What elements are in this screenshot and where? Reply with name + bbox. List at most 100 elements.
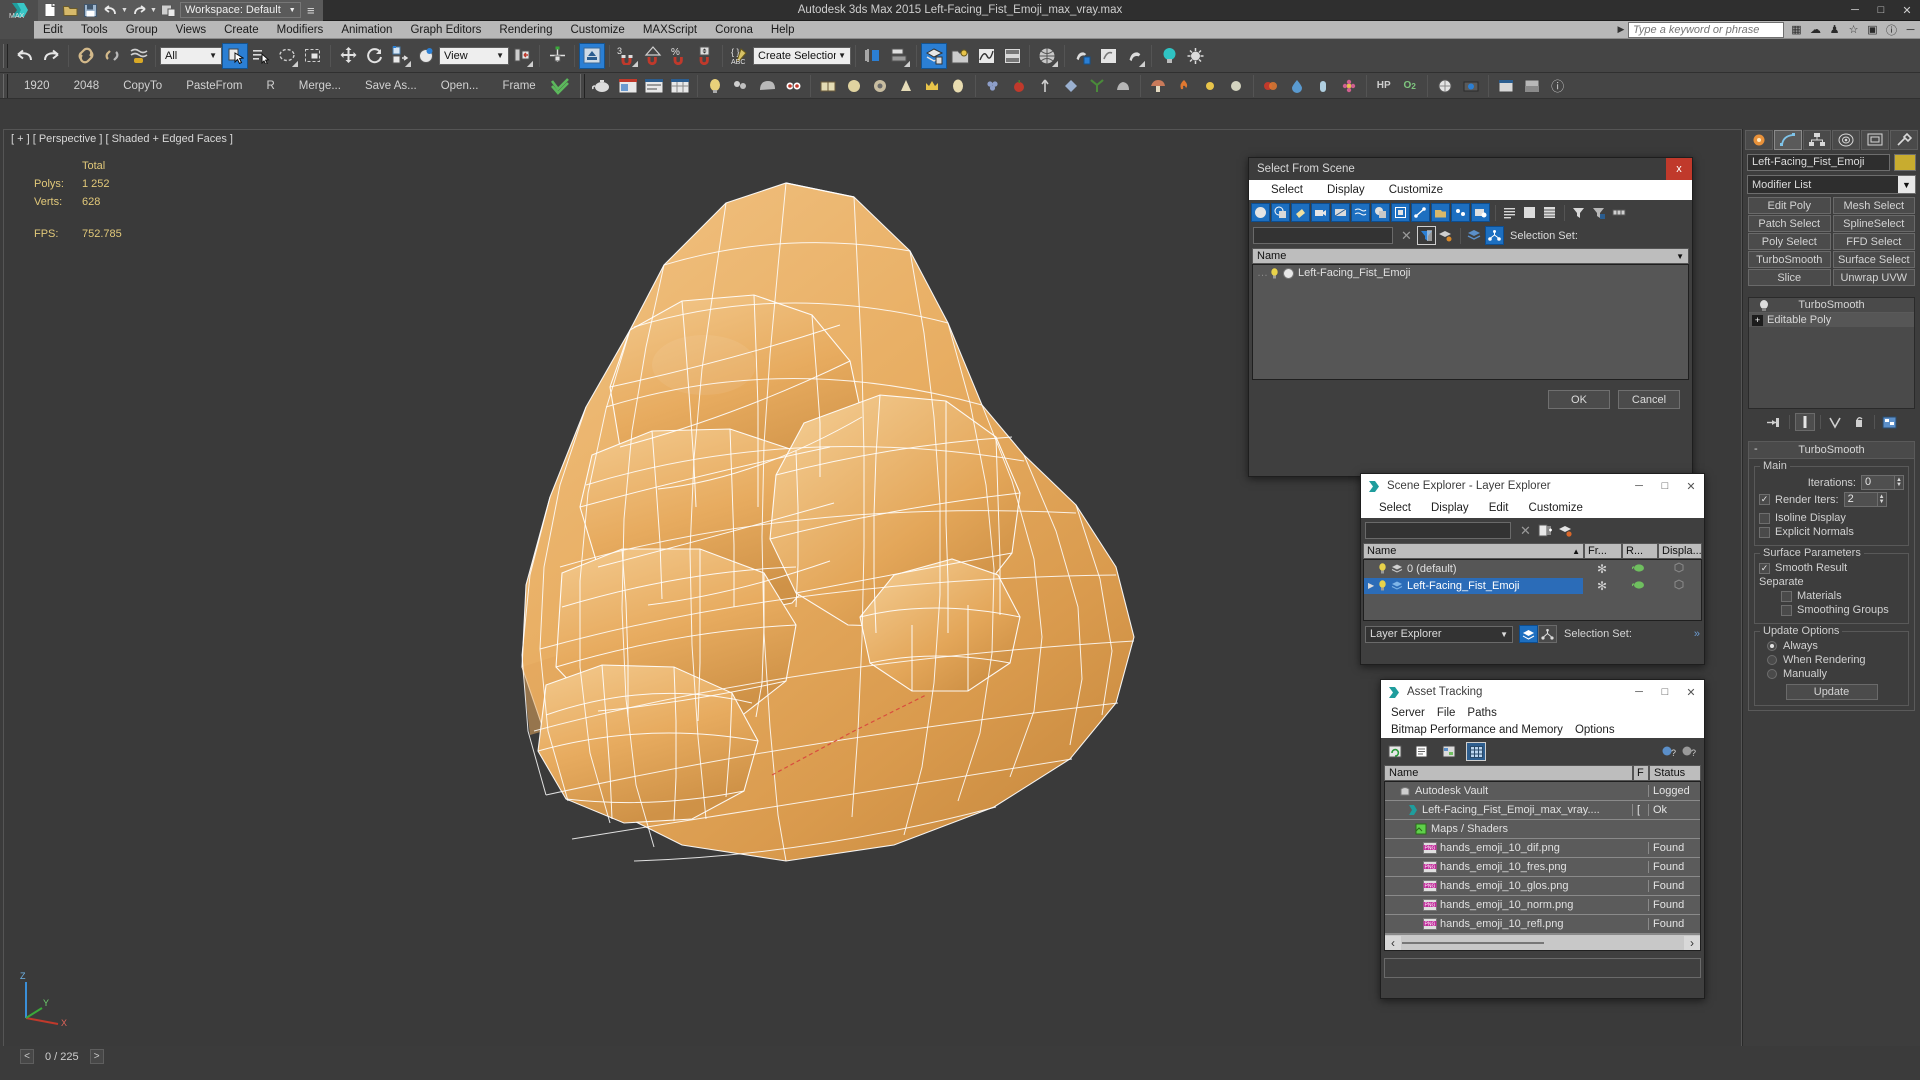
selection-filter-combo[interactable]: All ▼ bbox=[160, 47, 222, 65]
helpers-filter-icon[interactable] bbox=[1331, 203, 1350, 222]
light-bulb-icon[interactable] bbox=[1378, 563, 1387, 574]
menu-item-graph-editors[interactable]: Graph Editors bbox=[401, 21, 490, 39]
select-by-name-icon[interactable] bbox=[248, 43, 274, 69]
rollout-header[interactable]: - TurboSmooth bbox=[1749, 442, 1914, 459]
menu-item-edit[interactable]: Edit bbox=[34, 21, 72, 39]
gear-sphere-icon[interactable] bbox=[867, 74, 893, 98]
edit-named-selection-icon[interactable]: { }ABC bbox=[727, 43, 753, 69]
asset-row-norm[interactable]: PNG hands_emoji_10_norm.png bbox=[1385, 897, 1632, 913]
modifier-unwrap-uvw[interactable]: Unwrap UVW bbox=[1833, 269, 1916, 286]
camera-icon[interactable] bbox=[1458, 74, 1484, 98]
table-row[interactable]: Maps / Shaders bbox=[1385, 820, 1700, 839]
close-button[interactable]: ✕ bbox=[1678, 680, 1704, 704]
fist-emoji-mesh[interactable] bbox=[334, 155, 1234, 945]
asset-row-maps-shaders[interactable]: Maps / Shaders bbox=[1385, 821, 1632, 837]
asset-row-vault[interactable]: Autodesk Vault bbox=[1385, 783, 1632, 799]
geometry-filter-icon[interactable] bbox=[1251, 203, 1270, 222]
book-icon[interactable] bbox=[815, 74, 841, 98]
tree-expander[interactable]: ▶ bbox=[1368, 581, 1378, 590]
undo-icon[interactable] bbox=[12, 43, 38, 69]
asset-tracking-titlebar[interactable]: Asset Tracking ─ □ ✕ bbox=[1381, 680, 1704, 704]
teapot-icon[interactable] bbox=[1632, 562, 1646, 576]
close-button[interactable]: ✕ bbox=[1894, 0, 1920, 21]
box-icon[interactable] bbox=[1673, 579, 1685, 593]
select-from-scene-titlebar[interactable]: Select From Scene x bbox=[1249, 158, 1692, 180]
mirror-icon[interactable] bbox=[860, 43, 886, 69]
percent-snap-icon[interactable]: % bbox=[666, 43, 692, 69]
menu-item-create[interactable]: Create bbox=[215, 21, 268, 39]
window-panel-icon[interactable] bbox=[1493, 74, 1519, 98]
window-crossing-icon[interactable] bbox=[300, 43, 326, 69]
column-frozen[interactable]: Fr... bbox=[1584, 543, 1622, 559]
panel-icon[interactable] bbox=[1519, 74, 1545, 98]
star-icon[interactable]: ☆ bbox=[1844, 21, 1863, 39]
oxy-icon[interactable]: O2 bbox=[1397, 74, 1423, 98]
sphere-icon[interactable] bbox=[841, 74, 867, 98]
display-cell[interactable] bbox=[1657, 562, 1701, 576]
containers-filter-icon[interactable] bbox=[1431, 203, 1450, 222]
modifier-stack[interactable]: TurboSmooth + Editable Poly bbox=[1748, 297, 1915, 409]
menu-item-server[interactable]: Server bbox=[1385, 707, 1431, 719]
select-and-link-icon[interactable] bbox=[73, 43, 99, 69]
menu-item-maxscript[interactable]: MAXScript bbox=[634, 21, 706, 39]
table-row[interactable]: PNG hands_emoji_10_fres.png Found bbox=[1385, 858, 1700, 877]
eyes-icon[interactable] bbox=[780, 74, 806, 98]
modifier-surface-select[interactable]: Surface Select bbox=[1833, 251, 1916, 268]
selection-set-icon[interactable] bbox=[1538, 625, 1557, 643]
scene-search-input[interactable] bbox=[1253, 227, 1393, 244]
hierarchy-tab[interactable] bbox=[1803, 130, 1831, 150]
render-iters-checkbox[interactable]: ✓ bbox=[1759, 494, 1770, 505]
modifier-ffd-select[interactable]: FFD Select bbox=[1833, 233, 1916, 250]
new-icon[interactable] bbox=[40, 1, 60, 20]
smooth-result-checkbox[interactable]: ✓ bbox=[1759, 563, 1770, 574]
teapot-icon[interactable] bbox=[1632, 579, 1646, 593]
search-expand-icon[interactable]: ▶ bbox=[1614, 24, 1628, 35]
layer-row-fist-emoji[interactable]: ▶ Left-Facing_Fist_Emoji bbox=[1364, 578, 1583, 594]
list-view-icon[interactable] bbox=[1500, 203, 1519, 222]
rollout-collapse-icon[interactable]: - bbox=[1754, 443, 1758, 455]
pin-stack-icon[interactable] bbox=[1764, 413, 1784, 431]
menu-item-display[interactable]: Display bbox=[1315, 184, 1377, 196]
grapes-icon[interactable] bbox=[980, 74, 1006, 98]
geometry-icon[interactable] bbox=[1283, 268, 1294, 279]
new-layer-icon[interactable] bbox=[1536, 521, 1555, 540]
spinner-snap-icon[interactable] bbox=[692, 43, 718, 69]
column-display[interactable]: Displa... bbox=[1658, 543, 1702, 559]
layer-search-input[interactable] bbox=[1365, 522, 1511, 539]
light-bulb-icon[interactable] bbox=[1757, 299, 1771, 312]
filter-active-icon[interactable] bbox=[1417, 226, 1436, 245]
next-frame-button[interactable]: > bbox=[90, 1049, 104, 1064]
menu-item-file[interactable]: File bbox=[1431, 707, 1462, 719]
column-name[interactable]: Name bbox=[1384, 765, 1633, 781]
layers-flat-icon[interactable] bbox=[1436, 226, 1455, 245]
double-check-icon[interactable] bbox=[548, 75, 574, 97]
open-icon[interactable] bbox=[60, 1, 80, 20]
column-render[interactable]: R... bbox=[1622, 543, 1658, 559]
table-row[interactable]: Autodesk Vault Logged bbox=[1385, 782, 1700, 801]
modifier-patch-select[interactable]: Patch Select bbox=[1748, 215, 1831, 232]
redo-dropdown-icon[interactable]: ▼ bbox=[149, 1, 158, 20]
menu-item-paths[interactable]: Paths bbox=[1461, 707, 1502, 719]
select-object-icon[interactable] bbox=[222, 43, 248, 69]
asset-row-glos[interactable]: PNG hands_emoji_10_glos.png bbox=[1385, 878, 1632, 894]
materials-checkbox[interactable] bbox=[1781, 591, 1792, 602]
scene-explorer-dialog[interactable]: Scene Explorer - Layer Explorer ─ □ ✕ Se… bbox=[1360, 473, 1705, 665]
hp-icon[interactable]: HP bbox=[1371, 74, 1397, 98]
tube-icon[interactable] bbox=[1310, 74, 1336, 98]
asset-tracking-dialog[interactable]: Asset Tracking ─ □ ✕ Server File Paths B… bbox=[1380, 679, 1705, 999]
detail-view-icon[interactable] bbox=[1540, 203, 1559, 222]
custom-btn-pastefrom[interactable]: PasteFrom bbox=[174, 80, 254, 92]
diamond-icon[interactable] bbox=[1058, 74, 1084, 98]
modifier-edit-poly[interactable]: Edit Poly bbox=[1748, 197, 1831, 214]
layers-icon[interactable] bbox=[1465, 226, 1484, 245]
scroll-left-button[interactable]: ‹ bbox=[1385, 936, 1401, 950]
render-cell[interactable] bbox=[1621, 579, 1657, 593]
search-input[interactable] bbox=[1628, 22, 1784, 38]
panel-min-icon[interactable]: ─ bbox=[1901, 21, 1920, 39]
menu-item-select[interactable]: Select bbox=[1369, 502, 1421, 514]
filter-icon[interactable] bbox=[1569, 203, 1588, 222]
asset-row-refl[interactable]: PNG hands_emoji_10_refl.png bbox=[1385, 916, 1632, 932]
isoline-display-checkbox[interactable] bbox=[1759, 513, 1770, 524]
table-row[interactable]: PNG hands_emoji_10_dif.png Found bbox=[1385, 839, 1700, 858]
overflow-icon[interactable]: » bbox=[1694, 628, 1700, 640]
